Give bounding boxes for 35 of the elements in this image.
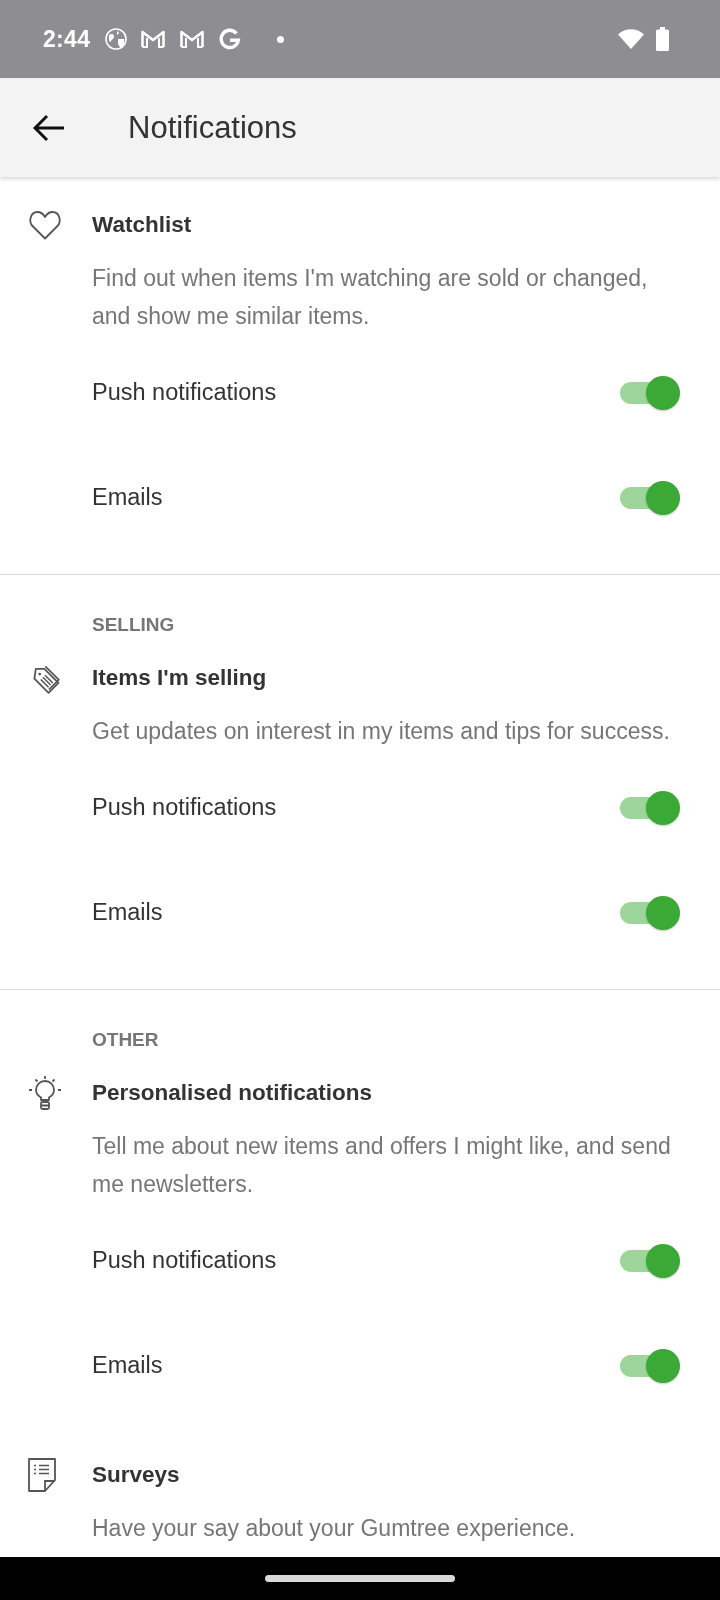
document-icon [28, 1458, 56, 1492]
screen-title: Notifications [128, 108, 297, 147]
heart-icon [28, 209, 62, 241]
toggle-switch[interactable] [620, 895, 680, 930]
section-heading: SELLING [92, 613, 176, 637]
lightbulb-icon [28, 1075, 62, 1111]
toggle-label: Emails [92, 482, 163, 512]
setting-description: Find out when items I'm watching are sold or changed, and show me similar items. [92, 264, 649, 331]
toggle-label: Push notifications [92, 377, 277, 407]
status-time: 2:44 [43, 27, 91, 51]
setting-description: Get updates on interest in my items and tips for success. [92, 717, 671, 746]
g-logo-icon [218, 27, 242, 51]
back-arrow-icon [33, 113, 65, 142]
battery-icon [656, 27, 669, 51]
toggle-switch[interactable] [620, 1243, 680, 1278]
setting-title: Personalised notifications [92, 1079, 373, 1107]
toggle-label: Push notifications [92, 1245, 277, 1275]
toggle-switch[interactable] [620, 790, 680, 825]
setting-title: Watchlist [92, 211, 192, 239]
m-logo-icon [179, 29, 206, 49]
setting-description: Tell me about new items and offers I might like, and send me newsletters. [92, 1132, 672, 1199]
section-heading: OTHER [92, 1028, 160, 1052]
toggle-label: Emails [92, 897, 163, 927]
globe-icon [105, 28, 128, 50]
toggle-switch[interactable] [620, 375, 680, 410]
toggle-switch[interactable] [620, 480, 680, 515]
toggle-label: Emails [92, 1350, 163, 1380]
setting-title: Surveys [92, 1461, 180, 1489]
toggle-switch[interactable] [620, 1348, 680, 1383]
setting-title: Items I'm selling [92, 664, 267, 692]
toggle-label: Push notifications [92, 792, 277, 822]
dot-icon [277, 35, 285, 43]
wifi-icon [618, 29, 644, 49]
m-logo-icon [140, 29, 167, 49]
setting-description: Have your say about your Gumtree experience. [92, 1514, 577, 1543]
